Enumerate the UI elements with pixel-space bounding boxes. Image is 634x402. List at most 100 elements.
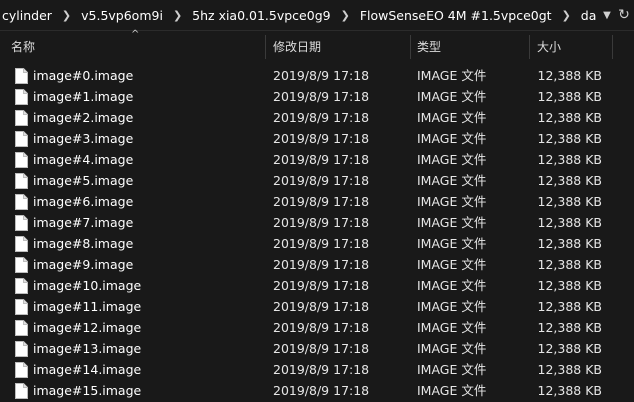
file-date: 2019/8/9 17:18 <box>273 362 370 377</box>
breadcrumb-item[interactable]: FlowSenseEO 4M #1.5vpce0gt <box>354 8 558 23</box>
file-name: image#0.image <box>33 68 134 83</box>
document-icon <box>15 383 28 399</box>
column-header-name[interactable]: 名称 <box>11 31 261 61</box>
breadcrumb-separator-icon[interactable]: ❯ <box>558 9 575 22</box>
file-name: image#3.image <box>33 131 134 146</box>
file-size: 12,388 KB <box>537 131 602 146</box>
breadcrumb-separator-icon[interactable]: ❯ <box>169 9 186 22</box>
file-type: IMAGE 文件 <box>417 131 487 146</box>
file-size: 12,388 KB <box>537 110 602 125</box>
file-type: IMAGE 文件 <box>417 299 487 314</box>
column-header-size[interactable]: 大小 <box>537 31 607 61</box>
document-icon <box>15 131 28 147</box>
file-date: 2019/8/9 17:18 <box>273 320 370 335</box>
file-type: IMAGE 文件 <box>417 320 487 335</box>
file-size: 12,388 KB <box>537 299 602 314</box>
file-type: IMAGE 文件 <box>417 278 487 293</box>
breadcrumb-item[interactable]: 5hz xia0.01.5vpce0g9 <box>186 8 336 23</box>
file-name: image#8.image <box>33 236 134 251</box>
file-date: 2019/8/9 17:18 <box>273 131 370 146</box>
column-header-row: ^ 名称 修改日期 类型 大小 <box>0 29 634 61</box>
file-size: 12,388 KB <box>537 173 602 188</box>
file-size: 12,388 KB <box>537 362 602 377</box>
file-row[interactable]: image#0.image 2019/8/9 17:18 IMAGE 文件 12,38… <box>0 65 634 86</box>
file-name: image#7.image <box>33 215 134 230</box>
file-date: 2019/8/9 17:18 <box>273 341 370 356</box>
file-size: 12,388 KB <box>537 278 602 293</box>
file-row[interactable]: image#4.image 2019/8/9 17:18 IMAGE 文件 12,38… <box>0 149 634 170</box>
file-size: 12,388 KB <box>537 89 602 104</box>
file-name: image#10.image <box>33 278 142 293</box>
file-row[interactable]: image#13.image 2019/8/9 17:18 IMAGE 文件 12,3… <box>0 338 634 359</box>
file-name: image#13.image <box>33 341 142 356</box>
file-name: image#11.image <box>33 299 142 314</box>
document-icon <box>15 194 28 210</box>
file-row[interactable]: image#3.image 2019/8/9 17:18 IMAGE 文件 12,38… <box>0 128 634 149</box>
file-type: IMAGE 文件 <box>417 68 487 83</box>
column-divider[interactable] <box>529 35 530 59</box>
file-name: image#14.image <box>33 362 142 377</box>
column-divider[interactable] <box>265 35 266 59</box>
file-size: 12,388 KB <box>537 320 602 335</box>
file-row[interactable]: image#6.image 2019/8/9 17:18 IMAGE 文件 12,38… <box>0 191 634 212</box>
document-icon <box>15 278 28 294</box>
file-name: image#6.image <box>33 194 134 209</box>
document-icon <box>15 341 28 357</box>
document-icon <box>15 173 28 189</box>
column-divider[interactable] <box>612 35 613 59</box>
document-icon <box>15 299 28 315</box>
file-type: IMAGE 文件 <box>417 194 487 209</box>
breadcrumb-item[interactable]: v5.5vp6om9i <box>75 8 169 23</box>
file-row[interactable]: image#11.image 2019/8/9 17:18 IMAGE 文件 12,3… <box>0 296 634 317</box>
chevron-down-icon[interactable]: ▼ <box>600 10 614 21</box>
file-size: 12,388 KB <box>537 194 602 209</box>
file-row[interactable]: image#14.image 2019/8/9 17:18 IMAGE 文件 12,3… <box>0 359 634 380</box>
file-type: IMAGE 文件 <box>417 215 487 230</box>
file-type: IMAGE 文件 <box>417 236 487 251</box>
document-icon <box>15 257 28 273</box>
file-type: IMAGE 文件 <box>417 89 487 104</box>
document-icon <box>15 152 28 168</box>
file-size: 12,388 KB <box>537 257 602 272</box>
document-icon <box>15 215 28 231</box>
file-name: image#12.image <box>33 320 142 335</box>
file-date: 2019/8/9 17:18 <box>273 257 370 272</box>
file-date: 2019/8/9 17:18 <box>273 89 370 104</box>
file-type: IMAGE 文件 <box>417 362 487 377</box>
file-date: 2019/8/9 17:18 <box>273 173 370 188</box>
document-icon <box>15 68 28 84</box>
document-icon <box>15 89 28 105</box>
refresh-icon[interactable]: ↻ <box>614 7 634 23</box>
column-header-type[interactable]: 类型 <box>417 31 517 61</box>
file-type: IMAGE 文件 <box>417 173 487 188</box>
file-row[interactable]: image#9.image 2019/8/9 17:18 IMAGE 文件 12,38… <box>0 254 634 275</box>
breadcrumb-separator-icon[interactable]: ❯ <box>337 9 354 22</box>
breadcrumb-item[interactable]: cylinder <box>0 8 58 23</box>
column-header-date[interactable]: 修改日期 <box>273 31 403 61</box>
file-name: image#5.image <box>33 173 134 188</box>
column-divider[interactable] <box>410 35 411 59</box>
file-row[interactable]: image#5.image 2019/8/9 17:18 IMAGE 文件 12,38… <box>0 170 634 191</box>
file-row[interactable]: image#12.image 2019/8/9 17:18 IMAGE 文件 12,3… <box>0 317 634 338</box>
document-icon <box>15 362 28 378</box>
file-size: 12,388 KB <box>537 152 602 167</box>
document-icon <box>15 110 28 126</box>
file-row[interactable]: image#7.image 2019/8/9 17:18 IMAGE 文件 12,38… <box>0 212 634 233</box>
file-name: image#9.image <box>33 257 134 272</box>
file-row[interactable]: image#2.image 2019/8/9 17:18 IMAGE 文件 12,38… <box>0 107 634 128</box>
file-date: 2019/8/9 17:18 <box>273 236 370 251</box>
file-row[interactable]: image#8.image 2019/8/9 17:18 IMAGE 文件 12,38… <box>0 233 634 254</box>
file-size: 12,388 KB <box>537 68 602 83</box>
file-row[interactable]: image#10.image 2019/8/9 17:18 IMAGE 文件 12,3… <box>0 275 634 296</box>
file-name: image#1.image <box>33 89 134 104</box>
document-icon <box>15 236 28 252</box>
file-size: 12,388 KB <box>537 215 602 230</box>
address-bar[interactable]: cylinder ❯ v5.5vp6om9i ❯ 5hz xia0.01.5vp… <box>0 0 634 31</box>
file-date: 2019/8/9 17:18 <box>273 278 370 293</box>
breadcrumb-separator-icon[interactable]: ❯ <box>58 9 75 22</box>
file-type: IMAGE 文件 <box>417 152 487 167</box>
file-name: image#4.image <box>33 152 134 167</box>
file-type: IMAGE 文件 <box>417 110 487 125</box>
file-type: IMAGE 文件 <box>417 341 487 356</box>
file-row[interactable]: image#1.image 2019/8/9 17:18 IMAGE 文件 12,38… <box>0 86 634 107</box>
